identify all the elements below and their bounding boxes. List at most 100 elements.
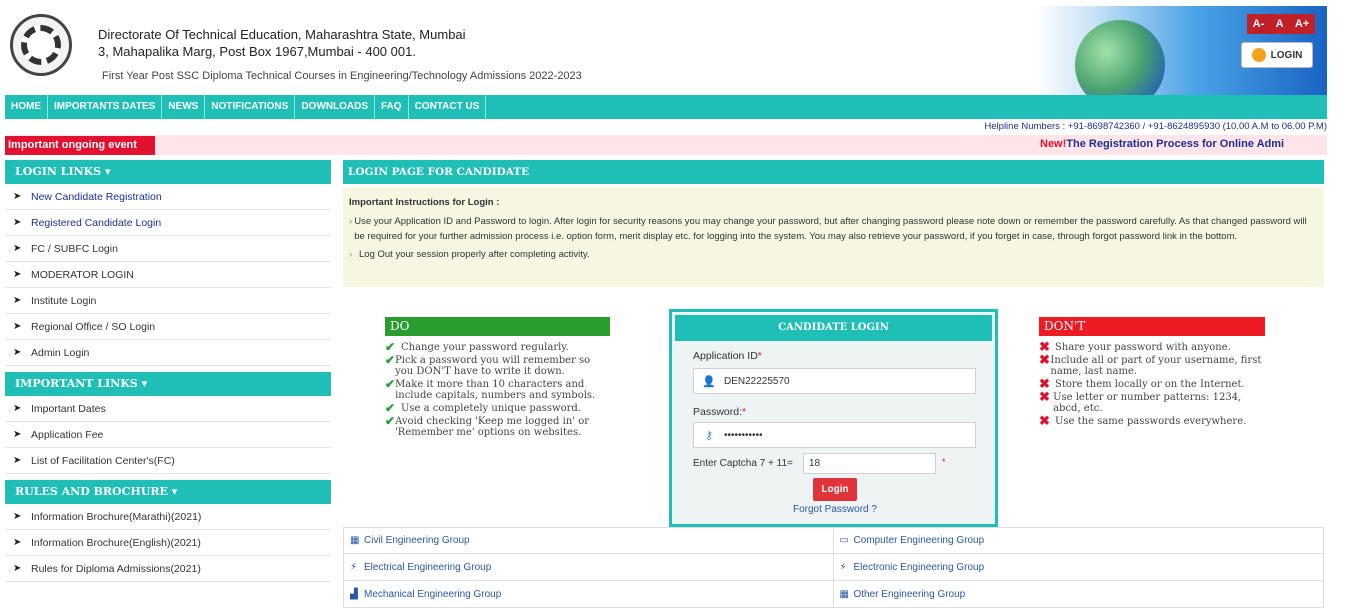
instruction-item: › Log Out your session properly after com… xyxy=(349,249,590,260)
org-name: Directorate Of Technical Education, Maha… xyxy=(98,27,466,42)
dont-item-text: Use letter or number patterns: 1234, abc… xyxy=(1053,392,1242,414)
sidebar-item-admin-login[interactable]: ➤ Admin Login xyxy=(5,340,331,366)
application-id-value: DEN22225570 xyxy=(724,375,790,387)
sidebar-rules-header[interactable]: RULES AND BROCHURE ▾ xyxy=(5,480,331,504)
font-size-controls: A- A A+ xyxy=(1247,14,1315,34)
cross-icon: ✖ xyxy=(1039,377,1050,392)
arrow-right-icon: ➤ xyxy=(13,217,22,228)
sidebar-item-label: New Candidate Registration xyxy=(31,190,162,203)
sidebar-item-rules-diploma[interactable]: ➤ Rules for Diploma Admissions(2021) xyxy=(5,556,331,582)
sidebar-item-label: Admin Login xyxy=(31,346,90,359)
group-label: Mechanical Engineering Group xyxy=(364,588,502,600)
application-id-label-text: Application ID xyxy=(693,350,758,362)
arrow-right-icon: ➤ xyxy=(13,537,22,548)
sidebar-item-label: Important Dates xyxy=(31,402,106,415)
arrow-right-icon: ➤ xyxy=(13,403,22,414)
dont-item-text: Use the same passwords everywhere. xyxy=(1055,416,1247,427)
sidebar-item-application-fee[interactable]: ➤ Application Fee xyxy=(5,422,331,448)
nav-faq[interactable]: FAQ xyxy=(375,95,409,119)
check-icon: ✔ xyxy=(385,340,396,354)
captcha-input[interactable]: 18 xyxy=(803,453,936,474)
group-link-electronic[interactable]: ⚡ Electronic Engineering Group xyxy=(834,554,1324,580)
group-link-civil[interactable]: ▦ Civil Engineering Group xyxy=(344,528,834,553)
monitor-icon: ▭ xyxy=(839,535,849,546)
sidebar-item-brochure-english[interactable]: ➤ Information Brochure(English)(2021) xyxy=(5,530,331,556)
check-icon: ✔ xyxy=(385,377,396,391)
table-row: ⚡ Electrical Engineering Group ⚡ Electroni… xyxy=(343,554,1324,581)
nav-important-dates[interactable]: IMPORTANTS DATES xyxy=(48,95,163,119)
font-increase-button[interactable]: A+ xyxy=(1295,18,1309,30)
required-mark: * xyxy=(942,457,946,467)
application-id-field[interactable]: 👤 DEN22225570 xyxy=(693,368,976,394)
do-item-text: Pick a password you will remember so you… xyxy=(395,355,591,377)
header-login-label: LOGIN xyxy=(1270,49,1303,61)
sidebar-item-moderator-login[interactable]: ➤ MODERATOR LOGIN xyxy=(5,262,331,288)
sidebar-item-label: MODERATOR LOGIN xyxy=(31,268,134,281)
do-panel: DO ✔ Change your password regularly. ✔ Pic… xyxy=(385,317,610,440)
sidebar-item-new-candidate-registration[interactable]: ➤ New Candidate Registration xyxy=(5,184,331,210)
sidebar-item-important-dates[interactable]: ➤ Important Dates xyxy=(5,396,331,422)
nav-news[interactable]: NEWS xyxy=(162,95,206,119)
sidebar-important-links-header[interactable]: IMPORTANT LINKS ▾ xyxy=(5,372,331,396)
dont-item-text: Store them locally or on the Internet. xyxy=(1055,379,1245,390)
engineering-groups-table: ▦ Civil Engineering Group ▭ Computer Engin… xyxy=(343,527,1324,608)
sidebar-item-label: Information Brochure(English)(2021) xyxy=(31,536,201,549)
sidebar-item-registered-candidate-login[interactable]: ➤ Registered Candidate Login xyxy=(5,210,331,236)
sidebar: LOGIN LINKS ▾ ➤ New Candidate Registratio… xyxy=(5,160,331,582)
arrow-right-icon: ➤ xyxy=(13,243,22,254)
font-normal-button[interactable]: A xyxy=(1276,18,1284,30)
dont-item-text: Include all or part of your username, fi… xyxy=(1050,355,1262,377)
header-login-button[interactable]: LOGIN xyxy=(1241,42,1313,68)
sidebar-item-facilitation-centers[interactable]: ➤ List of Facilitation Center's(FC) xyxy=(5,448,331,474)
do-title: DO xyxy=(385,317,610,336)
nav-contact-us[interactable]: CONTACT US xyxy=(409,95,487,119)
dont-item: ✖ Use letter or number patterns: 1234, ab… xyxy=(1039,390,1265,414)
do-item-text: Change your password regularly. xyxy=(401,342,569,353)
sidebar-item-fc-login[interactable]: ➤ FC / SUBFC Login xyxy=(5,236,331,262)
arrow-right-icon: ➤ xyxy=(13,429,22,440)
font-decrease-button[interactable]: A- xyxy=(1253,18,1265,30)
gear-emblem-icon xyxy=(21,25,61,65)
page-subtitle: First Year Post SSC Diploma Technical Co… xyxy=(102,70,582,82)
group-link-computer[interactable]: ▭ Computer Engineering Group xyxy=(834,528,1324,553)
arrow-right-icon: ➤ xyxy=(13,563,22,574)
globe-icon xyxy=(1075,20,1165,95)
group-link-mechanical[interactable]: ▟ Mechanical Engineering Group xyxy=(344,581,834,607)
group-link-electrical[interactable]: ⚡ Electrical Engineering Group xyxy=(344,554,834,580)
sidebar-item-label: FC / SUBFC Login xyxy=(31,242,118,255)
do-item: ✔ Use a completely unique password. xyxy=(385,402,610,414)
do-item-text: Use a completely unique password. xyxy=(401,403,581,414)
sidebar-item-regional-office-login[interactable]: ➤ Regional Office / SO Login xyxy=(5,314,331,340)
password-field[interactable]: ⚷ ••••••••••• xyxy=(693,422,976,448)
new-tag: New! xyxy=(1040,138,1067,150)
arrow-right-icon: ➤ xyxy=(13,511,22,522)
instructions-title: Important Instructions for Login : xyxy=(349,197,500,208)
user-icon: 👤 xyxy=(702,375,716,388)
sidebar-item-brochure-marathi[interactable]: ➤ Information Brochure(Marathi)(2021) xyxy=(5,504,331,530)
nav-notifications[interactable]: NOTIFICATIONS xyxy=(205,95,296,119)
instruction-item: › Use your Application ID and Password to… xyxy=(349,214,1318,244)
user-icon xyxy=(1251,48,1266,62)
arrow-right-icon: ➤ xyxy=(13,295,22,306)
sidebar-item-institute-login[interactable]: ➤ Institute Login xyxy=(5,288,331,314)
event-label: Important ongoing event xyxy=(5,136,155,155)
marquee-text: The Registration Process for Online Admi xyxy=(1066,138,1285,150)
group-link-other[interactable]: ▦ Other Engineering Group xyxy=(834,581,1324,607)
dont-panel: DON'T ✖ Share your password with anyone. … xyxy=(1039,317,1265,429)
check-icon: ✔ xyxy=(385,414,396,428)
table-row: ▟ Mechanical Engineering Group ▦ Other Eng… xyxy=(343,581,1324,608)
application-id-label: Application ID* xyxy=(693,350,762,362)
forgot-password-link[interactable]: Forgot Password ? xyxy=(793,504,877,515)
event-marquee[interactable]: New!The Registration Process for Online … xyxy=(1040,138,1327,150)
dont-item: ✖ Use the same passwords everywhere. xyxy=(1039,415,1265,428)
password-label: Password:* xyxy=(693,406,746,418)
building-icon: ▦ xyxy=(350,535,360,546)
cross-icon: ✖ xyxy=(1039,390,1050,405)
login-instructions: Important Instructions for Login : › Use … xyxy=(343,187,1324,287)
login-button[interactable]: Login xyxy=(813,478,857,501)
nav-home[interactable]: HOME xyxy=(5,95,48,119)
required-mark: * xyxy=(757,350,762,362)
nav-downloads[interactable]: DOWNLOADS xyxy=(295,95,375,119)
table-row: ▦ Civil Engineering Group ▭ Computer Engin… xyxy=(343,527,1324,554)
sidebar-login-links-header[interactable]: LOGIN LINKS ▾ xyxy=(5,160,331,184)
